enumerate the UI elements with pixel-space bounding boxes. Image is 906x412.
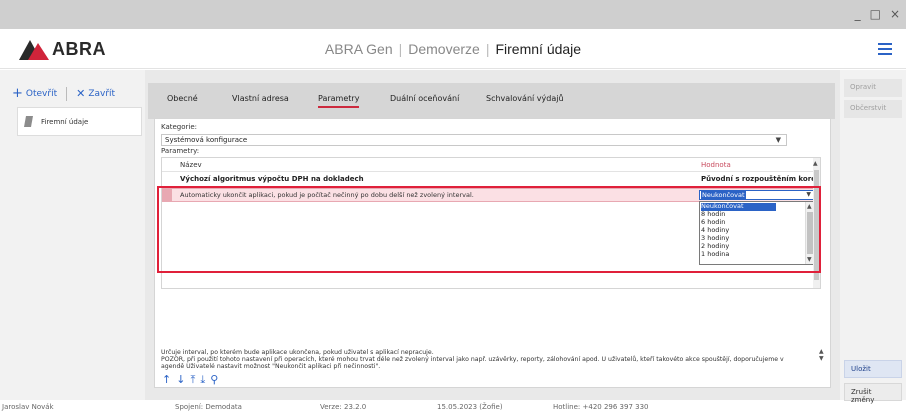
- category-select[interactable]: Systémová konfigurace ▼: [161, 134, 787, 146]
- title-bar: _ □ ×: [0, 0, 906, 29]
- parameters-form: Kategorie: Systémová konfigurace ▼ Param…: [154, 118, 831, 388]
- navigation-icons: ↑ ↓ ⤒ ⤓ ⚲: [162, 374, 218, 385]
- scroll-up-icon[interactable]: ▲: [813, 160, 818, 167]
- document-icon: [24, 116, 33, 127]
- move-to-top-icon[interactable]: ⤒: [190, 374, 195, 385]
- left-toolbar: + Otevřít ✕ Zavřít: [12, 87, 115, 101]
- search-icon[interactable]: ⚲: [210, 374, 218, 385]
- move-to-bottom-icon[interactable]: ⤓: [200, 374, 205, 385]
- hamburger-icon[interactable]: [878, 43, 892, 55]
- table-row[interactable]: Výchozí algoritmus výpočtu DPH na doklad…: [162, 173, 815, 185]
- edition-label: Demoverze: [408, 41, 480, 57]
- status-connection: Spojení: Demodata: [175, 403, 242, 411]
- arrow-down-icon[interactable]: ↓: [176, 374, 185, 385]
- row-name: Automaticky ukončit aplikaci, pokud je p…: [180, 191, 474, 199]
- scroll-down-icon[interactable]: ▼: [807, 256, 812, 263]
- chevron-down-icon: ▼: [806, 191, 811, 198]
- parameters-grid: Název Hodnota Výchozí algoritmus výpočtu…: [161, 157, 821, 289]
- parameters-label: Parametry:: [161, 147, 200, 155]
- description-line: Určuje interval, po kterém bude aplikace…: [161, 349, 434, 356]
- left-panel: + Otevřít ✕ Zavřít Firemní údaje: [0, 70, 145, 400]
- status-hotline: Hotline: +420 296 397 330: [553, 403, 649, 411]
- tab-dualni-ocenovani[interactable]: Duální oceňování: [390, 94, 459, 103]
- right-action-panel: Opravit Občerstvit Uložit Zrušit změny: [840, 70, 906, 404]
- window-controls: _ □ ×: [855, 8, 900, 20]
- row-value: Původní s rozpouštěním korekcí: [701, 175, 815, 183]
- status-bar: Jaroslav Novák Spojení: Demodata Verze: …: [0, 400, 906, 412]
- document-label: Firemní údaje: [41, 117, 89, 126]
- app-header: ABRA ABRA Gen | Demoverze | Firemní údaje: [0, 29, 906, 69]
- plus-icon: +: [12, 86, 23, 101]
- tab-bar: Obecné Vlastní adresa Parametry Duální o…: [148, 83, 835, 119]
- tab-vlastni-adresa[interactable]: Vlastní adresa: [232, 94, 289, 103]
- description-line: agendě Uživatelé nastavit možnost "Neuko…: [161, 363, 381, 370]
- refresh-button[interactable]: Občerstvit: [844, 100, 902, 118]
- status-date: 15.05.2023 (Žofie): [437, 403, 503, 411]
- status-version: Verze: 23.2.0: [320, 403, 367, 411]
- cancel-changes-button[interactable]: Zrušit změny: [844, 383, 902, 404]
- row-name: Výchozí algoritmus výpočtu DPH na doklad…: [180, 175, 364, 183]
- grid-header: Název Hodnota: [162, 158, 815, 172]
- tab-parametry[interactable]: Parametry: [318, 94, 360, 108]
- close-label: Zavřít: [88, 89, 116, 99]
- save-button[interactable]: Uložit: [844, 360, 902, 378]
- main-area: Obecné Vlastní adresa Parametry Duální o…: [145, 70, 840, 400]
- open-label: Otevřít: [25, 89, 58, 99]
- maximize-icon[interactable]: □: [870, 8, 881, 20]
- app-name: ABRA Gen: [324, 41, 393, 57]
- close-icon[interactable]: ×: [890, 8, 900, 20]
- category-value: Systémová konfigurace: [165, 136, 248, 144]
- row-marker: [162, 189, 172, 201]
- dropdown-option[interactable]: 1 hodina: [701, 250, 729, 259]
- column-name-header[interactable]: Název: [180, 161, 202, 169]
- tab-obecne[interactable]: Obecné: [167, 94, 198, 103]
- value-dropdown-list: Neukončovat 8 hodin 6 hodin 4 hodiny 3 h…: [699, 201, 815, 265]
- minimize-icon[interactable]: _: [855, 8, 861, 20]
- combobox-value: Neukončovat: [701, 191, 746, 200]
- close-document-button[interactable]: ✕ Zavřít: [76, 87, 116, 100]
- parameter-description: Určuje interval, po kterém bude aplikace…: [161, 349, 821, 370]
- edit-button[interactable]: Opravit: [844, 79, 902, 97]
- value-combobox[interactable]: Neukončovat ▼: [699, 190, 815, 200]
- description-scrollbar[interactable]: ▲ ▼: [819, 348, 827, 370]
- arrow-up-icon[interactable]: ↑: [162, 374, 171, 385]
- scroll-thumb[interactable]: [814, 170, 819, 280]
- column-value-header[interactable]: Hodnota: [701, 161, 731, 169]
- page-title: Firemní údaje: [495, 41, 582, 57]
- scroll-up-icon[interactable]: ▲: [807, 203, 812, 210]
- chevron-down-icon: ▼: [775, 136, 781, 144]
- description-line: POZOR, při použití tohoto nastavení při …: [161, 356, 784, 363]
- close-x-icon: ✕: [76, 87, 86, 100]
- header-title: ABRA Gen | Demoverze | Firemní údaje: [324, 41, 582, 57]
- tab-schvalovani-vydaju[interactable]: Schvalování výdajů: [486, 94, 564, 103]
- category-label: Kategorie:: [161, 123, 198, 131]
- toolbar-divider: [66, 87, 68, 101]
- open-button[interactable]: + Otevřít: [12, 86, 58, 101]
- status-user: Jaroslav Novák: [2, 403, 54, 411]
- open-document-item[interactable]: Firemní údaje: [17, 107, 142, 136]
- grid-scrollbar[interactable]: ▲: [813, 158, 820, 288]
